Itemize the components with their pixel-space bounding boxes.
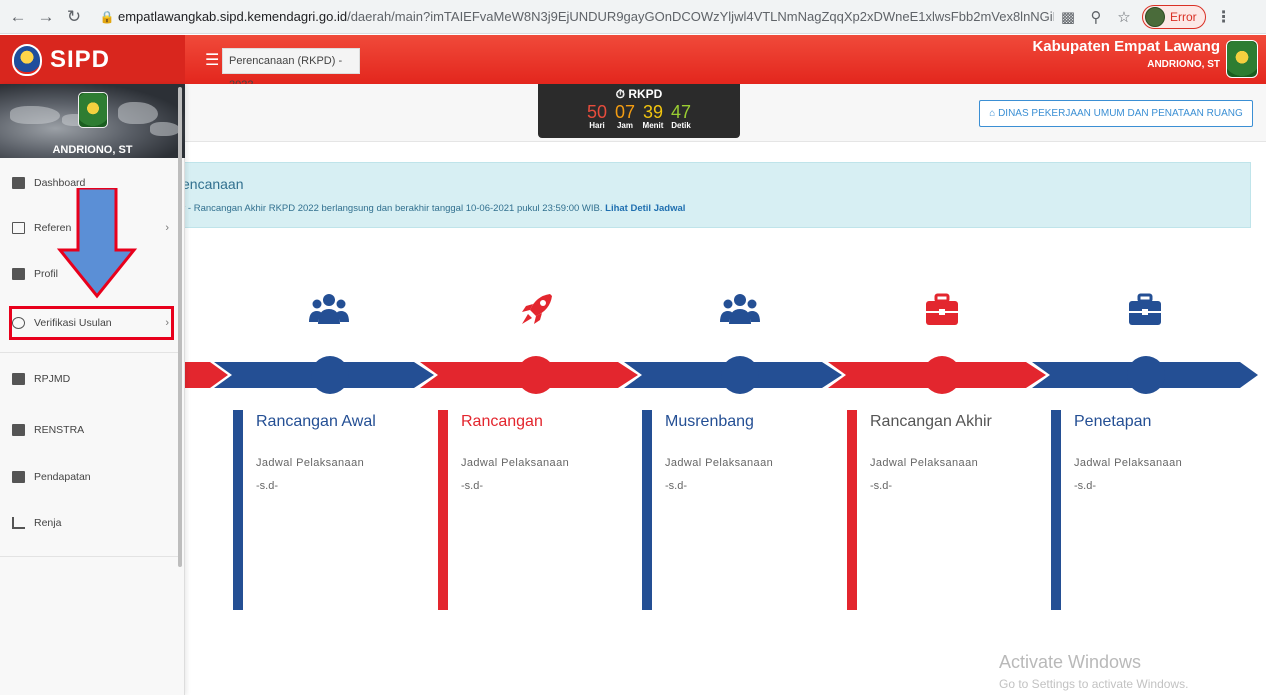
sidebar-item-pendapatan[interactable]: Pendapatan	[12, 464, 177, 490]
timeline-node-1	[311, 356, 349, 394]
home-icon: ⌂	[989, 108, 996, 119]
stage-title-3: Musrenbang	[665, 413, 754, 430]
stage-bar-1	[233, 410, 243, 610]
stage-date-2: -s.d-	[461, 480, 483, 492]
zoom-icon[interactable]: ⚲	[1082, 8, 1110, 26]
browser-menu-icon[interactable]: ⋮	[1212, 7, 1236, 27]
stage-schedule-label-2: Jadwal Pelaksanaan	[461, 457, 570, 469]
sidebar-divider	[0, 556, 180, 557]
countdown-days: 50 Hari	[586, 102, 608, 130]
stage-date-1: -s.d-	[256, 480, 278, 492]
ledger-icon	[12, 471, 25, 483]
countdown-seconds: 47 Detik	[670, 102, 692, 130]
stage-title-5: Penetapan	[1074, 413, 1152, 430]
briefcase-icon	[926, 293, 958, 325]
header-user-name: ANDRIONO, ST	[1147, 59, 1220, 70]
app-logo[interactable]: SIPD	[0, 35, 185, 84]
stage-date-5: -s.d-	[1074, 480, 1096, 492]
book-icon	[12, 373, 25, 385]
sidebar-user-name: ANDRIONO, ST	[52, 144, 133, 156]
activate-windows-subtitle: Go to Settings to activate Windows.	[999, 677, 1189, 691]
reload-icon[interactable]: ↻	[60, 7, 88, 27]
stage-bar-2	[438, 410, 448, 610]
stage-title-4: Rancangan Akhir	[870, 413, 992, 430]
annotation-down-arrow	[56, 188, 138, 299]
stage-bar-4	[847, 410, 857, 610]
url-host: empatlawangkab.sipd.kemendagri.go.id	[118, 9, 348, 24]
briefcase-icon	[1129, 293, 1161, 325]
hamburger-menu-icon[interactable]: ☰	[205, 50, 219, 70]
users-icon	[720, 294, 760, 324]
book-icon	[12, 424, 25, 436]
sidebar-item-rpjmd[interactable]: RPJMD	[12, 366, 177, 392]
stage-date-3: -s.d-	[665, 480, 687, 492]
stage-date-4: -s.d-	[870, 480, 892, 492]
id-card-icon	[12, 268, 25, 280]
stage-bar-5	[1051, 410, 1061, 610]
chevron-right-icon: ›	[165, 222, 169, 234]
timeline-node-2	[517, 356, 555, 394]
power-icon: ⏱	[615, 87, 625, 101]
annotation-highlight-box	[9, 306, 174, 340]
copy-icon	[12, 222, 25, 234]
stage-timeline: Rancangan Awal Jadwal Pelaksanaan -s.d- …	[170, 290, 1266, 620]
schedule-alert: encanaan ir - Rancangan Akhir RKPD 2022 …	[173, 162, 1251, 228]
countdown-hours: 07 Jam	[614, 102, 636, 130]
sidebar-scrollbar[interactable]	[178, 87, 182, 567]
sidebar-item-renstra[interactable]: RENSTRA	[12, 417, 177, 443]
back-arrow-icon[interactable]: ←	[4, 7, 32, 27]
timeline-node-4	[923, 356, 961, 394]
profile-emblem-icon	[78, 92, 108, 128]
alert-text: ir - Rancangan Akhir RKPD 2022 berlangsu…	[180, 203, 686, 214]
region-emblem-icon[interactable]	[1226, 40, 1258, 78]
profile-avatar	[1145, 6, 1165, 27]
stage-title-1: Rancangan Awal	[256, 413, 376, 430]
stage-schedule-label-3: Jadwal Pelaksanaan	[665, 457, 774, 469]
tree-icon	[12, 517, 25, 529]
profile-error-button[interactable]: Error	[1142, 4, 1206, 29]
timeline-node-3	[721, 356, 759, 394]
countdown-minutes: 39 Menit	[642, 102, 664, 130]
dashboard-icon	[12, 177, 25, 189]
translate-icon[interactable]: ▩	[1054, 8, 1082, 26]
countdown-title: ⏱ RKPD	[615, 87, 663, 101]
address-bar[interactable]: empatlawangkab.sipd.kemendagri.go.id/dae…	[118, 9, 1054, 24]
context-selector[interactable]: Perencanaan (RKPD) - 2022	[222, 48, 360, 91]
alert-title: encanaan	[182, 176, 244, 192]
sidebar: ANDRIONO, ST Dashboard Referen › Profil …	[0, 84, 185, 695]
forward-arrow-icon[interactable]: →	[32, 7, 60, 27]
browser-toolbar: ← → ↻ 🔒 empatlawangkab.sipd.kemendagri.g…	[0, 0, 1266, 34]
activate-windows-title: Activate Windows	[999, 652, 1142, 672]
stage-bar-3	[642, 410, 652, 610]
profile-error-label: Error	[1170, 9, 1197, 24]
users-icon	[309, 294, 349, 324]
star-icon[interactable]: ☆	[1110, 8, 1138, 26]
sidebar-item-renja[interactable]: Renja	[12, 510, 177, 536]
lock-icon[interactable]: 🔒	[96, 10, 118, 24]
countdown-timer: ⏱ RKPD 50 Hari 07 Jam 39 Menit 47 Detik	[538, 84, 740, 138]
rocket-icon	[522, 294, 552, 324]
schedule-detail-link[interactable]: Lihat Detil Jadwal	[605, 203, 685, 214]
emblem-icon	[12, 43, 42, 76]
url-path: /daerah/main?imTAIEFvaMeW8N3j9EjUNDUR9ga…	[347, 9, 1054, 24]
stage-schedule-label-4: Jadwal Pelaksanaan	[870, 457, 979, 469]
timeline-arrows	[170, 356, 1258, 394]
sidebar-divider	[0, 352, 180, 353]
timeline-node-5	[1127, 356, 1165, 394]
stage-schedule-label-1: Jadwal Pelaksanaan	[256, 457, 365, 469]
sidebar-profile-banner: ANDRIONO, ST	[0, 84, 185, 158]
app-name: SIPD	[50, 45, 111, 73]
stage-schedule-label-5: Jadwal Pelaksanaan	[1074, 457, 1183, 469]
dinas-button[interactable]: ⌂ DINAS PEKERJAAN UMUM DAN PENATAAN RUAN…	[979, 100, 1253, 127]
stage-title-2: Rancangan	[461, 413, 543, 430]
region-name: Kabupaten Empat Lawang	[1032, 38, 1220, 55]
